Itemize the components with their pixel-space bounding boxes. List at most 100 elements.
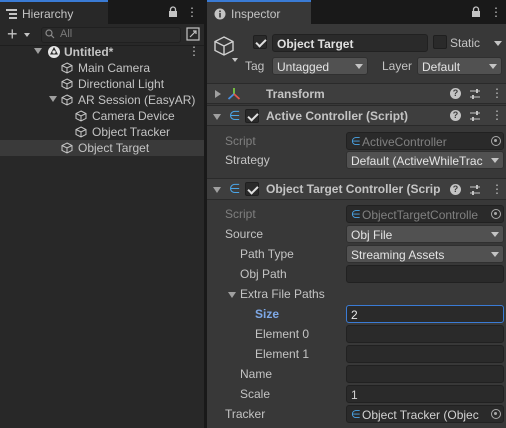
object-picker-icon	[488, 133, 503, 149]
path-type-dropdown[interactable]: Streaming Assets	[346, 245, 504, 263]
help-icon[interactable]: ?	[450, 87, 461, 99]
active-controller-foldout-arrow-icon[interactable]	[213, 114, 221, 120]
target-controller-title: Object Target Controller (Scrip	[266, 182, 441, 196]
object-picker-icon[interactable]	[488, 406, 503, 422]
active-controller-enabled-checkbox[interactable]	[245, 109, 259, 123]
layer-value: Default	[422, 60, 461, 74]
search-icon	[45, 29, 55, 39]
hierarchy-item-ar-session[interactable]: AR Session (EasyAR)	[0, 92, 204, 108]
layer-dropdown[interactable]: Default	[417, 57, 502, 75]
hierarchy-item-main-camera[interactable]: Main Camera	[0, 60, 204, 76]
element-0-label: Element 0	[255, 327, 310, 341]
hierarchy-item-label: Directional Light	[78, 77, 165, 91]
icon-picker-arrow-icon[interactable]	[232, 58, 238, 62]
search-placeholder: All	[60, 28, 73, 40]
strategy-value: Default (ActiveWhileTrac	[351, 154, 483, 168]
hierarchy-panel: Hierarchy ⋮ + All Untitled* ⋮ Main Camer…	[0, 0, 204, 428]
scene-foldout-arrow-icon[interactable]	[34, 48, 42, 54]
gameobject-cube-icon	[61, 78, 73, 90]
target-controller-foldout-arrow-icon[interactable]	[213, 187, 221, 193]
tab-hierarchy[interactable]: Hierarchy	[0, 0, 108, 24]
scene-visibility-icon[interactable]	[186, 27, 200, 41]
csharp-script-icon: ∈	[351, 209, 361, 221]
ar-session-foldout-arrow-icon[interactable]	[49, 96, 57, 102]
chevron-down-icon	[355, 64, 363, 69]
tag-label: Tag	[245, 59, 265, 73]
component-menu-icon[interactable]: ⋮	[491, 86, 503, 100]
strategy-dropdown[interactable]: Default (ActiveWhileTrac	[346, 151, 504, 169]
scene-menu-icon[interactable]: ⋮	[188, 44, 200, 58]
hierarchy-item-label: Main Camera	[78, 61, 151, 75]
extra-file-paths-foldout-arrow-icon[interactable]	[228, 292, 236, 298]
inspector-tabbar: Inspector ⋮	[207, 0, 506, 24]
otc-script-field: ∈ ObjectTargetControlle	[346, 205, 504, 223]
component-menu-icon[interactable]: ⋮	[491, 108, 503, 122]
static-dropdown-arrow-icon[interactable]	[494, 41, 502, 46]
help-icon[interactable]: ?	[450, 109, 461, 121]
help-icon[interactable]: ?	[450, 183, 461, 195]
scene-name: Untitled*	[64, 45, 114, 59]
scene-row[interactable]: Untitled* ⋮	[0, 44, 204, 60]
chevron-down-icon	[489, 64, 497, 69]
tracker-field[interactable]: ∈ Object Tracker (Objec	[346, 405, 504, 423]
otc-script-value: ObjectTargetControlle	[362, 208, 479, 222]
kebab-menu-icon[interactable]: ⋮	[186, 5, 198, 19]
static-checkbox[interactable]	[433, 35, 447, 49]
gameobject-active-checkbox[interactable]	[253, 35, 267, 49]
preset-sliders-icon[interactable]	[469, 184, 481, 196]
chevron-down-icon	[491, 252, 499, 257]
preset-sliders-icon[interactable]	[469, 110, 481, 122]
scale-field[interactable]: 1	[346, 385, 504, 403]
transform-header[interactable]: Transform ? ⋮	[207, 83, 506, 104]
extra-file-paths-label[interactable]: Extra File Paths	[240, 287, 325, 301]
obj-path-label: Obj Path	[240, 267, 287, 281]
tag-dropdown[interactable]: Untagged	[272, 57, 368, 75]
gameobject-name-field[interactable]: Object Target	[272, 34, 428, 52]
element-1-label: Element 1	[255, 347, 310, 361]
transform-foldout-arrow-icon[interactable]	[215, 90, 221, 98]
ac-script-label: Script	[225, 134, 256, 148]
gameobject-cube-icon	[61, 142, 73, 154]
static-label: Static	[450, 36, 481, 50]
tracker-value: Object Tracker (Objec	[362, 408, 479, 422]
gameobject-cube-icon	[75, 126, 87, 138]
gameobject-cube-icon	[75, 110, 87, 122]
active-controller-header[interactable]: ∈ Active Controller (Script) ? ⋮	[207, 105, 506, 126]
gameobject-cube-icon	[61, 62, 73, 74]
element-1-field[interactable]	[346, 345, 504, 363]
obj-path-field[interactable]	[346, 265, 504, 283]
hierarchy-item-directional-light[interactable]: Directional Light	[0, 76, 204, 92]
active-controller-title: Active Controller (Script)	[266, 109, 409, 123]
size-field[interactable]: 2	[346, 305, 504, 323]
target-controller-enabled-checkbox[interactable]	[245, 182, 259, 196]
hierarchy-item-object-target[interactable]: Object Target	[0, 140, 204, 156]
add-plus-icon[interactable]: +	[7, 24, 18, 44]
gameobject-large-cube-icon	[214, 36, 234, 56]
ac-script-field: ∈ ActiveController	[346, 132, 504, 150]
transform-axes-icon	[227, 88, 241, 100]
name-field[interactable]	[346, 365, 504, 383]
source-label: Source	[225, 227, 264, 241]
hierarchy-item-camera-device[interactable]: Camera Device	[0, 108, 204, 124]
target-controller-header[interactable]: ∈ Object Target Controller (Scrip ? ⋮	[207, 178, 506, 200]
kebab-menu-icon[interactable]: ⋮	[490, 5, 502, 19]
component-menu-icon[interactable]: ⋮	[491, 182, 503, 196]
path-type-label: Path Type	[240, 247, 294, 261]
hierarchy-item-label: Camera Device	[92, 109, 175, 123]
tab-inspector[interactable]: Inspector	[207, 0, 311, 24]
csharp-script-icon: ∈	[351, 136, 361, 148]
element-0-field[interactable]	[346, 325, 504, 343]
preset-sliders-icon[interactable]	[469, 88, 481, 100]
lock-icon[interactable]	[471, 6, 481, 18]
transform-title: Transform	[266, 87, 325, 101]
layer-label: Layer	[382, 59, 413, 73]
inspector-panel: Inspector ⋮ Object Target Static Tag Unt…	[207, 0, 506, 428]
lock-icon[interactable]	[168, 6, 178, 18]
ac-script-value: ActiveController	[362, 135, 447, 149]
chevron-down-icon	[491, 158, 499, 163]
unity-scene-icon	[48, 46, 60, 58]
size-label: Size	[255, 307, 280, 321]
hierarchy-item-object-tracker[interactable]: Object Tracker	[0, 124, 204, 140]
source-dropdown[interactable]: Obj File	[346, 225, 504, 243]
add-dropdown-arrow-icon[interactable]	[24, 33, 30, 37]
